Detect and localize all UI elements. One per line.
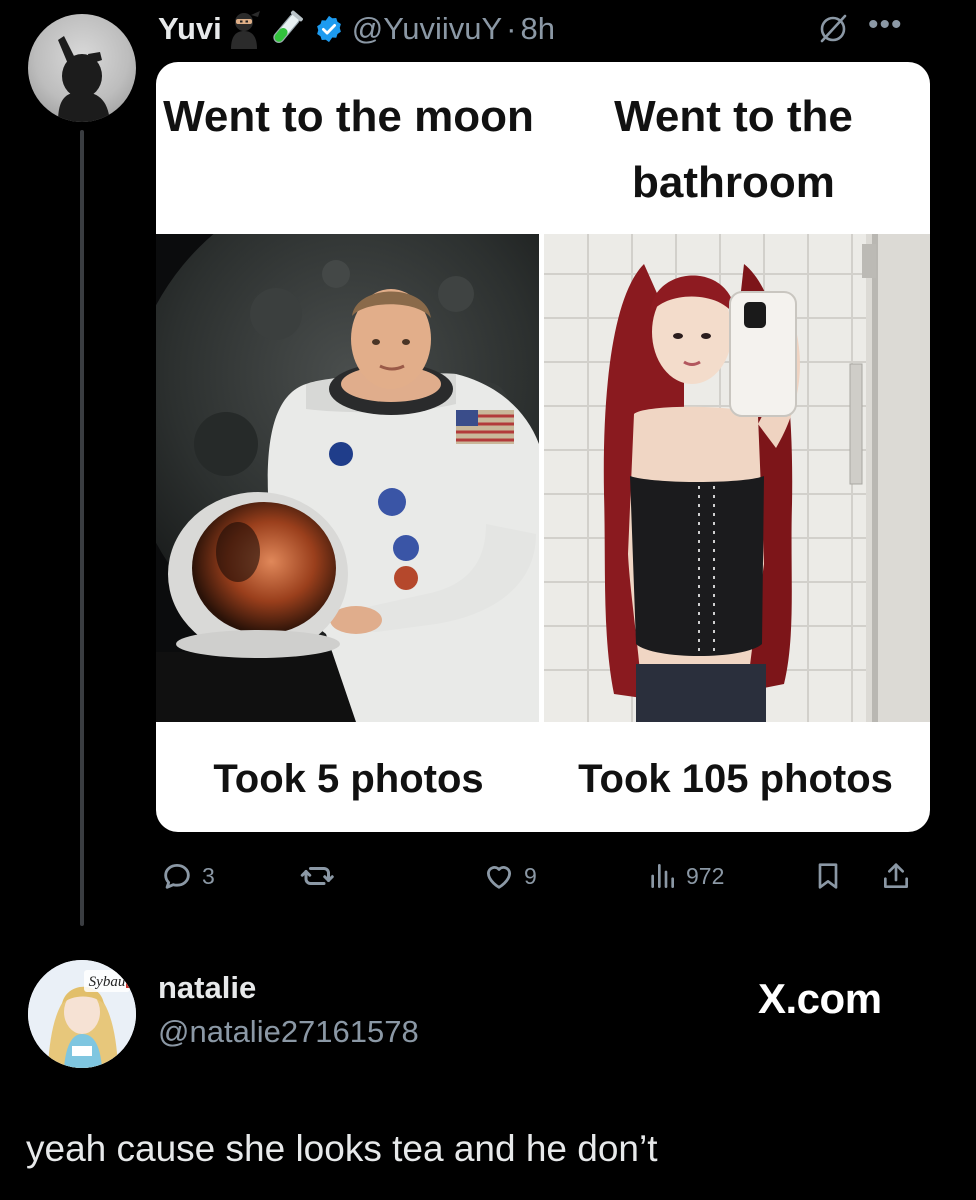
tweet-header: Yuvi @YuviivuY · 8h <box>158 6 555 52</box>
ninja-emoji-icon <box>224 9 264 49</box>
header-actions: ••• <box>816 9 903 51</box>
author-display-name[interactable]: Yuvi <box>158 11 222 47</box>
thread-line <box>80 130 84 926</box>
reply-author-avatar[interactable]: Sybau <box>28 960 136 1068</box>
post-time[interactable]: 8h <box>520 11 554 47</box>
share-icon <box>884 863 908 888</box>
bookmark-icon <box>818 863 838 889</box>
heart-icon <box>486 866 512 889</box>
bathroom-selfie-photo <box>544 234 930 722</box>
views-chart-icon <box>651 864 674 888</box>
reply-button[interactable]: 3 <box>160 852 215 900</box>
repost-icon <box>300 867 334 885</box>
more-dots-icon[interactable]: ••• <box>868 9 903 40</box>
view-count: 972 <box>686 862 725 889</box>
reply-handle[interactable]: @natalie27161578 <box>158 1014 419 1050</box>
share-button[interactable] <box>880 852 912 900</box>
test-tube-icon <box>266 9 306 49</box>
verified-badge-icon <box>314 14 344 44</box>
x-com-watermark: X.com <box>758 975 882 1022</box>
anime-avatar-image: Sybau <box>28 960 136 1068</box>
meme-image[interactable]: Went to the moon Went to the bathroom To… <box>156 62 930 832</box>
silhouette-image <box>58 36 110 122</box>
reply-icon <box>164 863 190 889</box>
tweet-action-bar: 3 9 972 <box>160 852 930 900</box>
author-handle[interactable]: @YuviivuY <box>352 11 502 47</box>
meme-caption-bathroom: Went to the bathroom <box>614 92 853 207</box>
reply-display-name[interactable]: natalie <box>158 970 256 1006</box>
repost-button[interactable] <box>300 852 344 900</box>
meme-caption-moon: Went to the moon <box>163 92 534 141</box>
avatar-lettering: Sybau <box>89 974 126 990</box>
separator-dot: · <box>506 11 517 46</box>
like-count: 9 <box>524 862 537 889</box>
grok-icon[interactable] <box>816 12 850 51</box>
author-avatar[interactable] <box>28 14 136 122</box>
views-button[interactable]: 972 <box>646 852 724 900</box>
meme-caption-5-photos: Took 5 photos <box>213 757 484 801</box>
meme-caption-105-photos: Took 105 photos <box>578 757 893 801</box>
like-button[interactable]: 9 <box>482 852 537 900</box>
astronaut-photo <box>156 234 539 722</box>
reply-count: 3 <box>202 862 215 889</box>
bookmark-button[interactable] <box>812 852 844 900</box>
reply-text: yeah cause she looks tea and he don’t <box>26 1128 658 1169</box>
